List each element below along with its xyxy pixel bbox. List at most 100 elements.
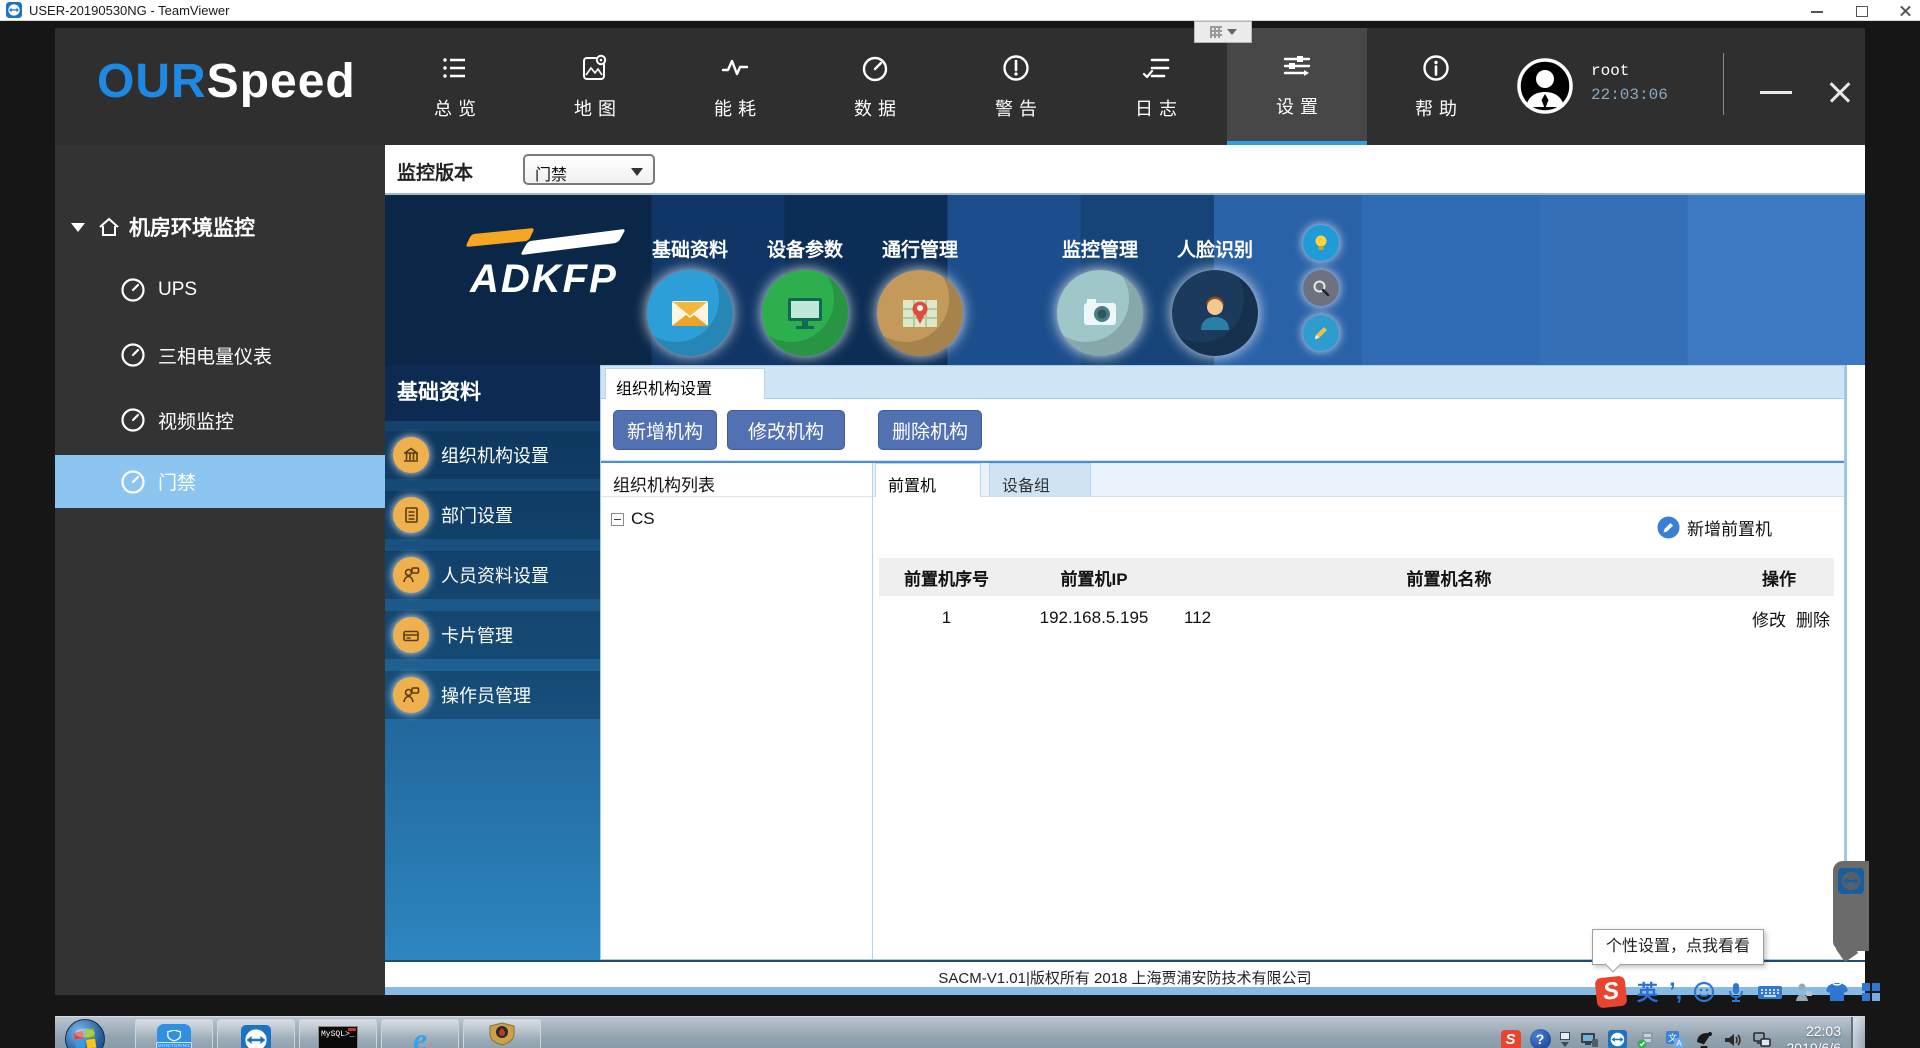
menu-item-operators[interactable]: 操作员管理 [385, 671, 600, 719]
version-select[interactable]: 门禁 [523, 154, 655, 185]
edit-org-button[interactable]: 修改机构 [727, 410, 845, 450]
keyboard-icon[interactable] [1757, 982, 1783, 1002]
sogou-ime-bar: S 英 ’, [1596, 974, 1882, 1010]
tab-device-group[interactable]: 设备组 [989, 463, 1091, 497]
nav-settings[interactable]: 设置 [1227, 28, 1367, 145]
sidebar: 机房环境监控 UPS 三相电量仪表 视频监控 门禁 [55, 145, 385, 995]
menu-item-personnel[interactable]: 人员资料设置 [385, 551, 600, 599]
microphone-icon[interactable] [1726, 981, 1746, 1003]
app-close-icon[interactable] [1827, 79, 1853, 105]
edit-row-link[interactable]: 修改 [1752, 606, 1786, 631]
sogou-icon[interactable]: S [1595, 976, 1628, 1009]
app-header: OURSpeed 总览 地图 能耗 数据 警告 [55, 28, 1865, 145]
menu-item-cards[interactable]: 卡片管理 [385, 611, 600, 659]
add-org-button[interactable]: 新增机构 [613, 410, 717, 450]
teamviewer-icon [6, 2, 22, 18]
module-basic-data[interactable]: 基础资料 [625, 195, 755, 365]
table-header-row: 前置机序号 前置机IP 前置机名称 操作 [879, 558, 1834, 596]
info-icon [1421, 53, 1451, 83]
sidebar-item-ups[interactable]: UPS [55, 262, 385, 318]
tray-translate-icon[interactable]: 文A [1665, 1030, 1685, 1048]
tray-dish-icon[interactable] [1694, 1030, 1714, 1048]
module-access-mgmt[interactable]: 通行管理 [855, 195, 985, 365]
sogou-tooltip[interactable]: 个性设置，点我看看 [1592, 929, 1764, 965]
version-value: 门禁 [535, 167, 567, 184]
col-name: 前置机名称 [1174, 565, 1724, 590]
avatar[interactable] [1517, 58, 1573, 114]
start-button[interactable] [65, 1019, 105, 1048]
front-machine-table: 前置机序号 前置机IP 前置机名称 操作 1 192.168.5.195 112… [879, 558, 1834, 637]
module-monitor-mgmt[interactable]: 监控管理 [1035, 195, 1165, 365]
help-tray-icon[interactable]: ? [1530, 1029, 1551, 1048]
nav-data[interactable]: 数据 [820, 28, 930, 145]
cell-actions: 修改 删除 [1724, 606, 1834, 631]
taskbar-monitoring-app[interactable]: MONITORING [135, 1019, 213, 1048]
taskbar-teamviewer-app[interactable] [217, 1019, 295, 1048]
chevron-down-icon [1561, 1042, 1569, 1047]
clock-date: 2019/6/6 [1787, 1040, 1842, 1048]
content-panels: 组织机构列表 CS 前置机 设备组 新增前置机 [601, 461, 1844, 959]
delete-org-button[interactable]: 删除机构 [878, 410, 982, 450]
tab-org-settings[interactable]: 组织机构设置 [605, 368, 765, 399]
nav-map[interactable]: 地图 [540, 28, 650, 145]
tray-server-status-icon[interactable] [1636, 1030, 1656, 1048]
minimize-icon[interactable] [1810, 4, 1824, 18]
teamviewer-panel-handle[interactable] [1833, 861, 1869, 951]
delete-row-link[interactable]: 删除 [1796, 606, 1830, 631]
cell-ip: 192.168.5.195 [1014, 608, 1174, 628]
pencil-icon[interactable] [1303, 315, 1339, 351]
show-desktop-button[interactable] [1851, 1017, 1865, 1048]
skin-icon[interactable] [1825, 981, 1849, 1003]
maximize-icon[interactable] [1854, 4, 1868, 18]
close-icon[interactable] [1898, 4, 1912, 18]
taskbar-sacm-app[interactable]: SACM [463, 1019, 541, 1048]
taskbar-mysql-app[interactable]: MySQL>_ [299, 1019, 377, 1048]
add-front-machine-link[interactable]: 新增前置机 [1657, 515, 1772, 540]
sidebar-item-access-control[interactable]: 门禁 [55, 455, 385, 508]
main-content: 组织机构设置 新增机构 修改机构 删除机构 组织机构列表 CS 前置机 [600, 365, 1845, 960]
tab-front-machine[interactable]: 前置机 [875, 463, 981, 497]
emoji-icon[interactable] [1693, 981, 1715, 1003]
app-minimize-icon[interactable] [1760, 91, 1792, 94]
nav-energy[interactable]: 能耗 [680, 28, 790, 145]
nav-alerts[interactable]: 警告 [961, 28, 1071, 145]
gauge-icon [860, 53, 890, 83]
taskbar-clock[interactable]: 22:03 2019/6/6 [1787, 1023, 1842, 1048]
svg-text:A: A [1676, 1039, 1682, 1048]
menu-item-department[interactable]: 部门设置 [385, 491, 600, 539]
handwriting-icon[interactable] [1794, 981, 1814, 1003]
window-icon [1560, 1032, 1570, 1040]
sogou-tray-icon[interactable]: S [1501, 1030, 1521, 1048]
menu-item-org-settings[interactable]: 组织机构设置 [385, 431, 600, 479]
tray-network-icon[interactable] [1752, 1030, 1772, 1048]
tray-computer-icon[interactable] [1579, 1030, 1599, 1048]
tray-teamviewer-icon[interactable] [1608, 1030, 1627, 1048]
window-title: USER-20190530NG - TeamViewer [29, 3, 229, 18]
sidebar-item-video[interactable]: 视频监控 [55, 392, 385, 448]
gauge-icon [120, 407, 146, 433]
shield-icon: MONITORING [157, 1024, 191, 1048]
nav-logs[interactable]: 日志 [1101, 28, 1211, 145]
nav-help[interactable]: 帮助 [1381, 28, 1491, 145]
sidebar-root-node[interactable]: 机房环境监控 [55, 207, 385, 247]
tree-node-cs[interactable]: CS [611, 509, 872, 529]
hidden-icons-toggle[interactable] [1560, 1032, 1570, 1047]
table-row: 1 192.168.5.195 112 修改 删除 [879, 599, 1834, 637]
language-toggle[interactable]: 英 [1637, 977, 1658, 1007]
sidebar-item-power-meter[interactable]: 三相电量仪表 [55, 327, 385, 383]
module-device-params[interactable]: 设备参数 [740, 195, 870, 365]
collapse-icon[interactable] [611, 513, 624, 526]
tray-volume-icon[interactable] [1723, 1030, 1743, 1048]
org-tree-panel: 组织机构列表 CS [601, 463, 873, 959]
taskbar-ie-app[interactable]: e [381, 1019, 459, 1048]
module-face-recognition[interactable]: 人脸识别 [1150, 195, 1280, 365]
toolbox-icon[interactable] [1860, 981, 1882, 1003]
nav-overview[interactable]: 总览 [400, 28, 510, 145]
bulb-icon[interactable] [1303, 225, 1339, 261]
teamviewer-toolbar-widget[interactable] [1194, 21, 1252, 43]
home-icon [97, 215, 121, 239]
logo-secondary: Speed [207, 55, 356, 108]
punctuation-toggle[interactable]: ’, [1669, 987, 1682, 997]
search-icon[interactable] [1303, 270, 1339, 306]
tab-strip: 组织机构设置 [601, 366, 1844, 399]
